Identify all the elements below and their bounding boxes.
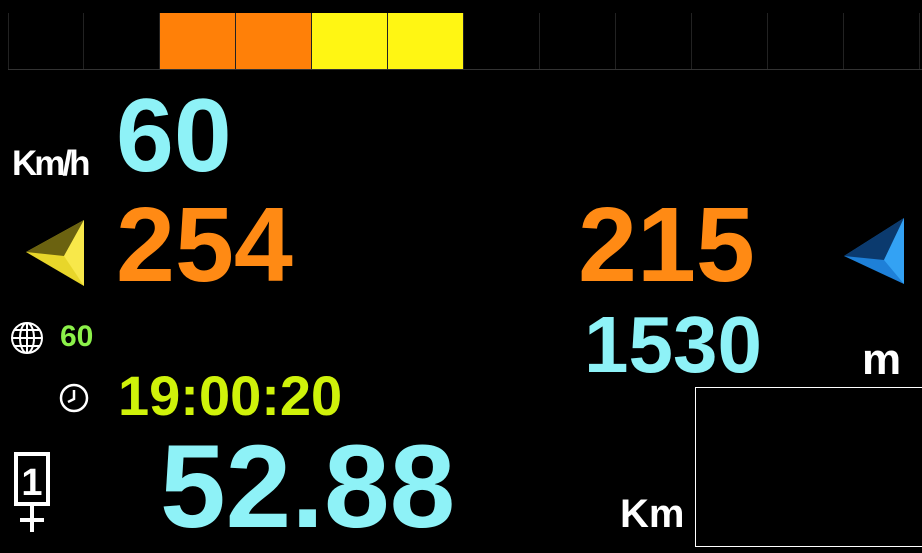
status-segment-7 <box>464 13 540 69</box>
globe-icon <box>11 322 43 354</box>
blue-direction-arrow-icon <box>844 218 904 284</box>
status-segment-8 <box>540 13 616 69</box>
status-segment-12 <box>844 13 920 69</box>
status-segment-4 <box>236 13 312 69</box>
status-segment-2 <box>84 13 160 69</box>
altitude-unit: m <box>862 335 902 384</box>
status-segment-5 <box>312 13 388 69</box>
top-bar-divider <box>8 69 922 70</box>
status-segment-9 <box>616 13 692 69</box>
status-segment-6 <box>388 13 464 69</box>
heading-left-value: 254 <box>116 186 293 304</box>
info-panel <box>695 387 922 547</box>
status-segment-bar <box>8 13 922 70</box>
clock-icon <box>59 383 89 413</box>
yellow-direction-arrow-icon <box>26 220 84 286</box>
distance-unit: Km <box>620 492 685 536</box>
status-segment-10 <box>692 13 768 69</box>
globe-value: 60 <box>60 320 94 353</box>
clock-time: 19:00:20 <box>118 364 343 427</box>
speed-value: 60 <box>116 78 232 194</box>
waypoint-number-icon: 1 <box>14 452 50 532</box>
waypoint-badge: 1 <box>21 462 42 504</box>
status-segment-3 <box>160 13 236 69</box>
distance-value: 52.88 <box>160 421 456 553</box>
status-segment-11 <box>768 13 844 69</box>
speed-unit: Km/h <box>12 144 90 183</box>
altitude-value: 1530 <box>584 300 762 389</box>
status-segment-1 <box>8 13 84 69</box>
heading-right-value: 215 <box>578 186 755 304</box>
